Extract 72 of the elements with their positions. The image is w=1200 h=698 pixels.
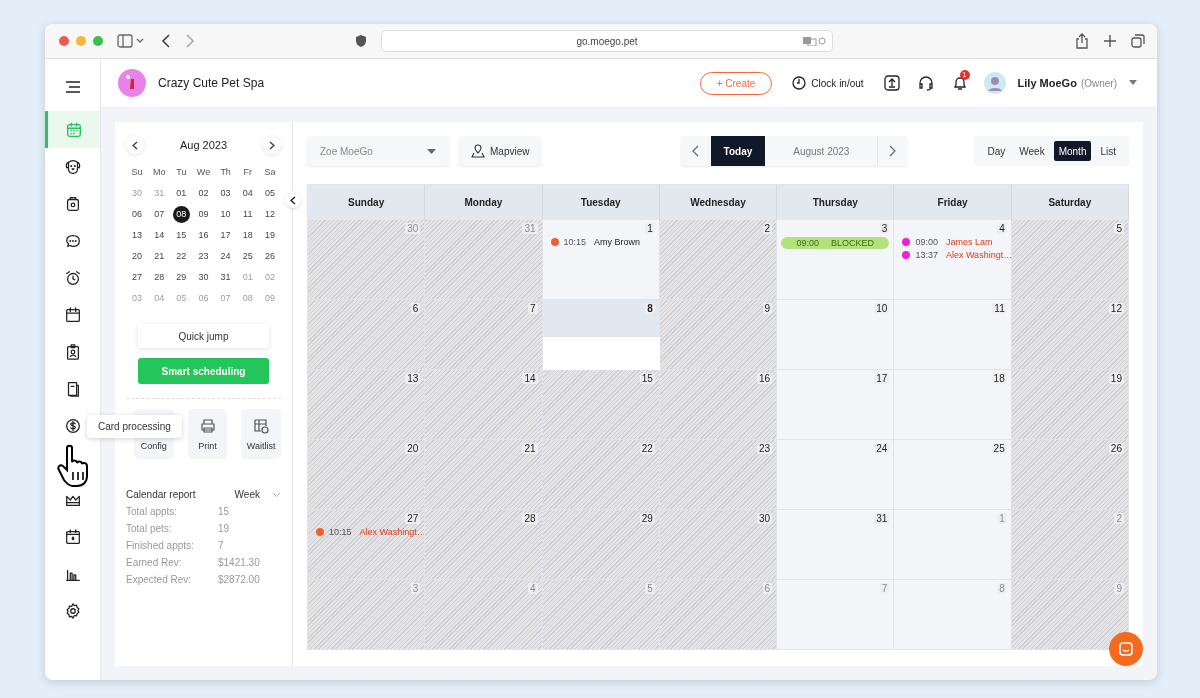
day-number: 7 [528, 303, 538, 314]
day-number: 30 [757, 513, 773, 524]
day-number: 16 [757, 373, 773, 384]
day-number: 11 [992, 303, 1007, 314]
day-number: 3 [879, 223, 890, 234]
day-number: 24 [874, 443, 890, 454]
weekday-header: Monday [425, 185, 543, 220]
stat-label: Expected Rev: [126, 574, 193, 585]
month-title: Aug 2023 [179, 139, 228, 151]
day-number: 12 [1108, 303, 1124, 314]
day-number: 3 [410, 583, 421, 594]
stat-value: 7 [218, 540, 224, 551]
day-number: 18 [991, 373, 1007, 384]
report-title: Calendar report [126, 489, 197, 500]
day-number: 9 [1114, 583, 1124, 594]
day-number: 8 [645, 303, 655, 314]
day-number: 19 [1108, 373, 1124, 384]
day-number: 26 [1108, 443, 1124, 454]
day-number: 14 [522, 373, 538, 384]
day-number: 17 [874, 373, 890, 384]
weekday-label: We [195, 166, 212, 179]
day-number: 1 [645, 223, 655, 234]
weekday-header: Wednesday [659, 185, 778, 220]
day-number: 27 [405, 513, 421, 524]
weekday-header: Saturday [1011, 185, 1129, 220]
tooltip: Card processing [87, 415, 182, 438]
day-number: 21 [522, 443, 538, 454]
day-number: 20 [405, 443, 421, 454]
weekday-label: Tu [175, 166, 188, 179]
stat-label: Total pets: [126, 523, 173, 534]
day-number: 31 [874, 513, 890, 524]
stat-value: $1421.30 [218, 557, 260, 568]
stat-value: 19 [218, 523, 230, 534]
day-number: 4 [528, 583, 538, 594]
stat-value: 15 [218, 506, 230, 517]
weekday-header: Tuesday [542, 185, 660, 220]
day-number: 23 [757, 443, 773, 454]
weekday-header: Friday [894, 185, 1012, 220]
day-number: 31 [522, 223, 538, 234]
day-number: 6 [410, 303, 421, 314]
weekday-label: Th [219, 166, 232, 179]
day-number: 2 [1114, 513, 1124, 524]
day-number: 25 [991, 443, 1007, 454]
weekday-label: Mo [151, 166, 167, 179]
day-number: 2 [762, 223, 773, 234]
period-label: August 2023 [792, 145, 851, 157]
weekday-label: Fr [242, 166, 253, 179]
stat-label: Finished appts: [126, 540, 195, 551]
day-number: 15 [639, 373, 655, 384]
weekday-label: Sa [263, 166, 277, 179]
day-number: 22 [639, 443, 655, 454]
day-number: 8 [997, 583, 1007, 594]
day-number: 28 [522, 513, 538, 524]
day-number: 10 [874, 303, 890, 314]
stat-value: $2872.00 [218, 574, 260, 585]
day-number: 13 [405, 373, 421, 384]
weekday-label: Su [130, 166, 144, 179]
user-role: (Owner) [1080, 77, 1117, 89]
day-number: 7 [879, 583, 890, 594]
weekday-header: Sunday [308, 185, 426, 220]
day-number: 4 [997, 223, 1007, 234]
day-number: 5 [645, 583, 655, 594]
day-number: 30 [405, 223, 421, 234]
day-number: 6 [762, 583, 773, 594]
day-number: 29 [639, 513, 655, 524]
stat-label: Earned Rev: [126, 557, 183, 568]
weekday-header: Thursday [777, 185, 895, 220]
stat-label: Total appts: [126, 506, 179, 517]
day-number: 1 [997, 513, 1007, 524]
day-number: 9 [762, 303, 773, 314]
url-text: go.moego.pet [576, 35, 638, 47]
day-number: 5 [1114, 223, 1124, 234]
